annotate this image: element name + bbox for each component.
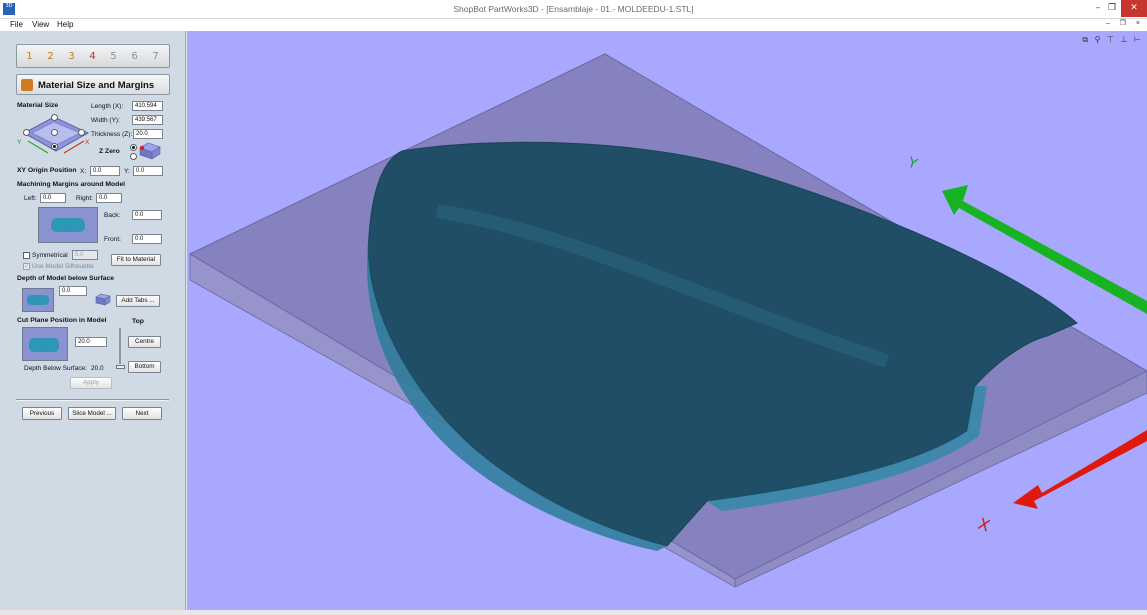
width-label: Width (Y):: [91, 117, 120, 124]
margin-back-label: Back:: [104, 212, 121, 219]
step-6-icon[interactable]: 6: [128, 50, 141, 63]
step-2-icon[interactable]: 2: [44, 50, 57, 63]
symmetrical-label: Symmetrical: [32, 252, 68, 259]
diagram-axis-x: X: [85, 139, 90, 146]
margin-back-input[interactable]: 0.0: [132, 210, 162, 220]
next-button[interactable]: Next: [122, 407, 162, 420]
depth-below-value: 20.0: [91, 365, 104, 372]
mdi-window-controls[interactable]: – ❐ ×: [1106, 19, 1144, 27]
margin-front-input[interactable]: 0.0: [132, 234, 162, 244]
cut-plane-slider-thumb[interactable]: [116, 365, 125, 369]
restore-button[interactable]: ❐: [1101, 0, 1123, 17]
zzero-top-radio[interactable]: [130, 144, 137, 151]
zzero-label: Z Zero: [99, 148, 120, 155]
model-surface: [367, 141, 1078, 547]
step-1-icon[interactable]: 1: [23, 50, 36, 63]
symmetrical-input[interactable]: 5.0: [72, 250, 98, 260]
depth-below-label: Depth Below Surface:: [24, 365, 87, 372]
origin-radio-right[interactable]: [78, 129, 85, 136]
step-3-icon[interactable]: 3: [65, 50, 78, 63]
margin-right-input[interactable]: 0.0: [96, 193, 122, 203]
thickness-input[interactable]: 20.0: [133, 129, 163, 139]
diagram-axis-y: Y: [17, 139, 22, 146]
menu-bar: File View Help – ❐ ×: [0, 19, 1147, 31]
origin-y-label: Y:: [124, 168, 130, 175]
margins-preview: [38, 207, 98, 243]
depth-preview: [22, 288, 54, 312]
3d-viewport[interactable]: Y X ⧉ ⚲ ⊤ ⊥ ⊢: [187, 31, 1147, 610]
thickness-label: Thickness (Z):: [91, 131, 133, 138]
margin-left-label: Left:: [24, 195, 37, 202]
section-header: Material Size and Margins: [16, 74, 170, 95]
apply-button[interactable]: Apply: [70, 377, 112, 389]
window-title: ShopBot PartWorks3D - [Ensamblaje - 01.-…: [453, 4, 694, 14]
section-title: Material Size and Margins: [38, 80, 155, 91]
depth-heading: Depth of Model below Surface: [17, 275, 115, 282]
cut-plane-slider-track[interactable]: [119, 328, 121, 364]
cut-plane-heading: Cut Plane Position in Model: [17, 317, 107, 324]
scene-svg: Y X: [188, 53, 1147, 588]
origin-radio-back[interactable]: [51, 114, 58, 121]
status-bar: [0, 610, 1147, 615]
width-input[interactable]: 439.567: [132, 115, 163, 125]
margin-front-label: Front:: [104, 236, 121, 243]
view-orientation-icons[interactable]: ⧉ ⚲ ⊤ ⊥ ⊢: [1082, 35, 1143, 45]
material-size-icon: [21, 79, 33, 91]
step-4-icon[interactable]: 4: [86, 50, 99, 63]
margins-preview-model: [51, 218, 85, 232]
menu-help[interactable]: Help: [57, 20, 73, 29]
slice-model-button[interactable]: Slice Model ...: [68, 407, 116, 420]
close-button[interactable]: ✕: [1121, 0, 1147, 17]
margin-right-label: Right:: [76, 195, 93, 202]
length-input[interactable]: 410.594: [132, 101, 163, 111]
step-5-icon[interactable]: 5: [107, 50, 120, 63]
depth-preview-model: [27, 295, 49, 305]
y-axis-label: Y: [905, 154, 920, 172]
bottom-button[interactable]: Bottom: [128, 361, 161, 373]
title-bar: 3D ShopBot PartWorks3D - [Ensamblaje - 0…: [0, 0, 1147, 19]
length-label: Length (X):: [91, 103, 124, 110]
tabs-icon: [95, 293, 111, 306]
material-setup-panel: 1 2 3 4 5 6 7 Material Size and Margins …: [0, 31, 186, 610]
menu-view[interactable]: View: [32, 20, 49, 29]
cut-plane-preview: [22, 327, 68, 361]
cut-plane-preview-model: [29, 338, 59, 352]
xy-origin-heading: XY Origin Position: [17, 167, 77, 174]
step-7-icon[interactable]: 7: [149, 50, 162, 63]
material-size-heading: Material Size: [17, 102, 59, 109]
panel-divider: [16, 399, 169, 401]
origin-radio-front[interactable]: [51, 143, 58, 150]
cut-plane-input[interactable]: 20.0: [75, 337, 107, 347]
previous-button[interactable]: Previous: [22, 407, 62, 420]
symmetrical-checkbox[interactable]: [23, 252, 30, 259]
origin-radio-left[interactable]: [23, 129, 30, 136]
add-tabs-button[interactable]: Add Tabs ...: [116, 295, 160, 307]
x-axis-label: X: [976, 514, 993, 536]
depth-input[interactable]: 0.0: [59, 286, 87, 296]
menu-file[interactable]: File: [10, 20, 23, 29]
zzero-block-icon: [139, 142, 161, 160]
wizard-step-toolbar: 1 2 3 4 5 6 7: [16, 44, 170, 68]
centre-button[interactable]: Centre: [128, 336, 161, 348]
fit-to-material-button[interactable]: Fit to Material: [111, 254, 161, 266]
silhouette-checkbox[interactable]: ✓: [23, 263, 30, 270]
margins-heading: Machining Margins around Model: [17, 181, 125, 188]
silhouette-label: Use Model Silhouette: [32, 263, 94, 270]
zzero-bottom-radio[interactable]: [130, 153, 137, 160]
origin-radio-center[interactable]: [51, 129, 58, 136]
margin-left-input[interactable]: 0.0: [40, 193, 66, 203]
cut-plane-top-label: Top: [132, 318, 144, 325]
origin-x-label: X:: [80, 168, 87, 175]
origin-x-input[interactable]: 0.0: [90, 166, 120, 176]
origin-y-input[interactable]: 0.0: [133, 166, 163, 176]
